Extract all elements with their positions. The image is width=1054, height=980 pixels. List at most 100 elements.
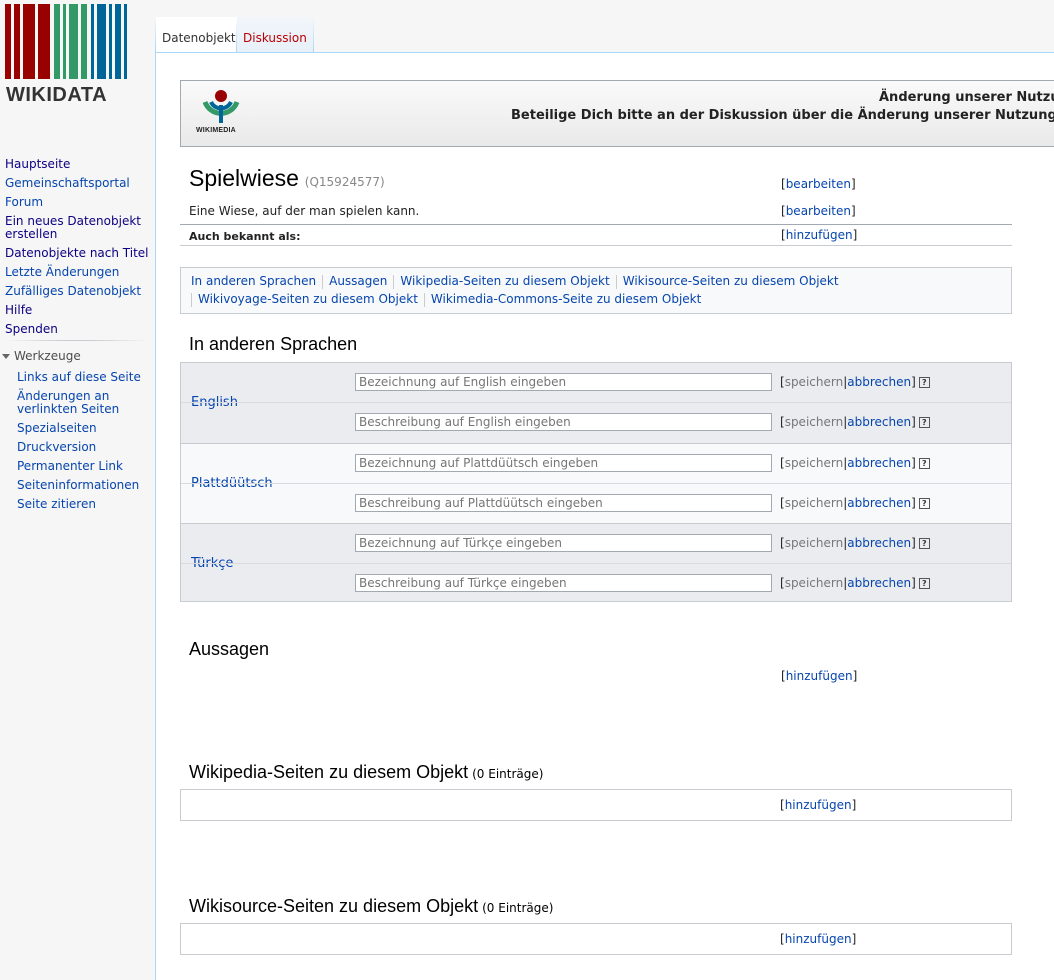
section-heading-statements: Aussagen	[189, 639, 270, 659]
tool-related-changes[interactable]: Änderungen an verlinkten Seiten	[17, 387, 150, 419]
label-edit-row: [speichern|abbrechen]?	[181, 444, 1011, 484]
save-button[interactable]: speichern	[785, 456, 844, 470]
notice-headline: Änderung unserer Nutzur	[879, 90, 1054, 105]
nav-item-forum[interactable]: Forum	[5, 193, 150, 212]
toc-link-wikipedia[interactable]: Wikipedia-Seiten zu diesem Objekt	[400, 274, 609, 288]
entry-count: (0 Einträge)	[482, 901, 554, 915]
wikidata-barcode-icon	[5, 4, 127, 79]
description-edit-row: [speichern|abbrechen]?	[181, 484, 1011, 524]
tools-toggle[interactable]: Werkzeuge	[2, 349, 81, 363]
description-input[interactable]	[355, 574, 772, 592]
item-id: (Q15924577)	[304, 175, 385, 189]
edit-label-link[interactable]: bearbeiten	[786, 177, 851, 191]
cancel-button[interactable]: abbrechen	[847, 576, 911, 590]
tab-discussion[interactable]: Diskussion	[237, 17, 313, 52]
tools-navigation: Links auf diese Seite Änderungen an verl…	[17, 368, 150, 514]
toc-row: In anderen Sprachen Aussagen Wikipedia-Sei…	[191, 274, 839, 289]
divider	[180, 245, 1012, 246]
nav-item-recent-changes[interactable]: Letzte Änderungen	[5, 263, 150, 282]
add-statement-link[interactable]: hinzufügen	[786, 669, 853, 683]
edit-actions: [speichern|abbrechen]?	[780, 576, 930, 590]
nav-item-create-item[interactable]: Ein neues Datenobjekt erstellen	[5, 212, 150, 244]
language-row-plattduutsch: Plattdüütsch [speichern|abbrechen]? [spe…	[181, 443, 1011, 523]
item-heading: Spielwiese (Q15924577)	[189, 165, 385, 192]
cancel-button[interactable]: abbrechen	[847, 536, 911, 550]
edit-actions: [speichern|abbrechen]?	[780, 415, 930, 429]
wikipedia-sitelinks-box: [hinzufügen]	[180, 789, 1012, 821]
wikisource-sitelinks-box: [hinzufügen]	[180, 923, 1012, 955]
description-input[interactable]	[355, 413, 772, 431]
sidebar-divider	[5, 340, 148, 341]
toc-link-wikisource[interactable]: Wikisource-Seiten zu diesem Objekt	[623, 274, 839, 288]
tool-special-pages[interactable]: Spezialseiten	[17, 419, 150, 438]
section-title: Wikisource-Seiten zu diesem Objekt	[189, 896, 479, 916]
tool-cite-page[interactable]: Seite zitieren	[17, 495, 150, 514]
tab-item[interactable]: Datenobjekt	[156, 17, 237, 52]
label-edit-row: [speichern|abbrechen]?	[181, 363, 1011, 403]
cancel-button[interactable]: abbrechen	[847, 415, 911, 429]
toc-row: Wikivoyage-Seiten zu diesem Objekt Wikime…	[191, 292, 701, 307]
toc-link-wikivoyage[interactable]: Wikivoyage-Seiten zu diesem Objekt	[198, 292, 418, 306]
add-wikisource-link[interactable]: hinzufügen	[785, 932, 852, 946]
nav-item-random-item[interactable]: Zufälliges Datenobjekt	[5, 282, 150, 301]
main-navigation: Hauptseite Gemeinschaftsportal Forum Ein…	[5, 155, 150, 339]
edit-actions: [speichern|abbrechen]?	[780, 375, 930, 389]
edit-description-link[interactable]: bearbeiten	[786, 204, 851, 218]
logo-wordmark: WIKIDATA	[6, 84, 108, 106]
language-table: English [speichern|abbrechen]? [speicher…	[180, 362, 1012, 602]
tool-what-links-here[interactable]: Links auf diese Seite	[17, 368, 150, 387]
save-button[interactable]: speichern	[785, 576, 844, 590]
nav-item-main-page[interactable]: Hauptseite	[5, 155, 150, 174]
edit-actions: [speichern|abbrechen]?	[780, 536, 930, 550]
wikidata-logo[interactable]: WIKIDATA	[5, 4, 127, 106]
tools-heading: Werkzeuge	[14, 349, 81, 363]
help-icon[interactable]: ?	[918, 538, 930, 549]
section-title: Wikipedia-Seiten zu diesem Objekt	[189, 762, 469, 782]
add-alias-control: [hinzufügen]	[781, 228, 858, 242]
cancel-button[interactable]: abbrechen	[847, 375, 911, 389]
help-icon[interactable]: ?	[918, 578, 930, 589]
add-wikipedia-link[interactable]: hinzufügen	[785, 798, 852, 812]
help-icon[interactable]: ?	[918, 458, 930, 469]
save-button[interactable]: speichern	[785, 536, 844, 550]
divider	[180, 224, 1012, 225]
nav-item-help[interactable]: Hilfe	[5, 301, 150, 320]
language-row-turkce: Türkçe [speichern|abbrechen]? [speichern…	[181, 523, 1011, 601]
collapse-triangle-icon	[2, 353, 10, 359]
label-input[interactable]	[355, 534, 772, 552]
nav-item-community-portal[interactable]: Gemeinschaftsportal	[5, 174, 150, 193]
save-button[interactable]: speichern	[785, 415, 844, 429]
table-of-contents: In anderen Sprachen Aussagen Wikipedia-Sei…	[180, 267, 1012, 314]
edit-actions: [speichern|abbrechen]?	[780, 496, 930, 510]
main-content: WIKIMEDIA Änderung unserer Nutzur Beteil…	[155, 52, 1054, 980]
add-alias-link[interactable]: hinzufügen	[786, 228, 853, 242]
tool-page-information[interactable]: Seiteninformationen	[17, 476, 150, 495]
toc-link-languages[interactable]: In anderen Sprachen	[191, 274, 316, 288]
help-icon[interactable]: ?	[918, 498, 930, 509]
item-description: Eine Wiese, auf der man spielen kann.	[189, 204, 420, 218]
description-input[interactable]	[355, 494, 772, 512]
label-input[interactable]	[355, 454, 772, 472]
toc-link-commons[interactable]: Wikimedia-Commons-Seite zu diesem Objekt	[431, 292, 701, 306]
section-heading-wikisource: Wikisource-Seiten zu diesem Objekt (0 Ein…	[189, 896, 553, 917]
wikimedia-wordmark: WIKIMEDIA	[196, 127, 236, 134]
save-button[interactable]: speichern	[785, 496, 844, 510]
toc-link-statements[interactable]: Aussagen	[329, 274, 387, 288]
edit-description-control: [bearbeiten]	[781, 204, 856, 218]
notice-text: Beteilige Dich bitte an der Diskussion ü…	[511, 108, 1054, 123]
aliases-label: Auch bekannt als:	[189, 230, 301, 243]
label-input[interactable]	[355, 373, 772, 391]
entry-count: (0 Einträge)	[472, 767, 544, 781]
tool-permanent-link[interactable]: Permanenter Link	[17, 457, 150, 476]
nav-item-donate[interactable]: Spenden	[5, 320, 150, 339]
nav-item-items-by-title[interactable]: Datenobjekte nach Titel	[5, 244, 150, 263]
description-edit-row: [speichern|abbrechen]?	[181, 403, 1011, 443]
cancel-button[interactable]: abbrechen	[847, 496, 911, 510]
tool-printable-version[interactable]: Druckversion	[17, 438, 150, 457]
add-statement-control: [hinzufügen]	[781, 669, 858, 683]
add-wikisource-control: [hinzufügen]	[780, 932, 857, 946]
cancel-button[interactable]: abbrechen	[847, 456, 911, 470]
help-icon[interactable]: ?	[918, 377, 930, 388]
help-icon[interactable]: ?	[918, 417, 930, 428]
save-button[interactable]: speichern	[785, 375, 844, 389]
